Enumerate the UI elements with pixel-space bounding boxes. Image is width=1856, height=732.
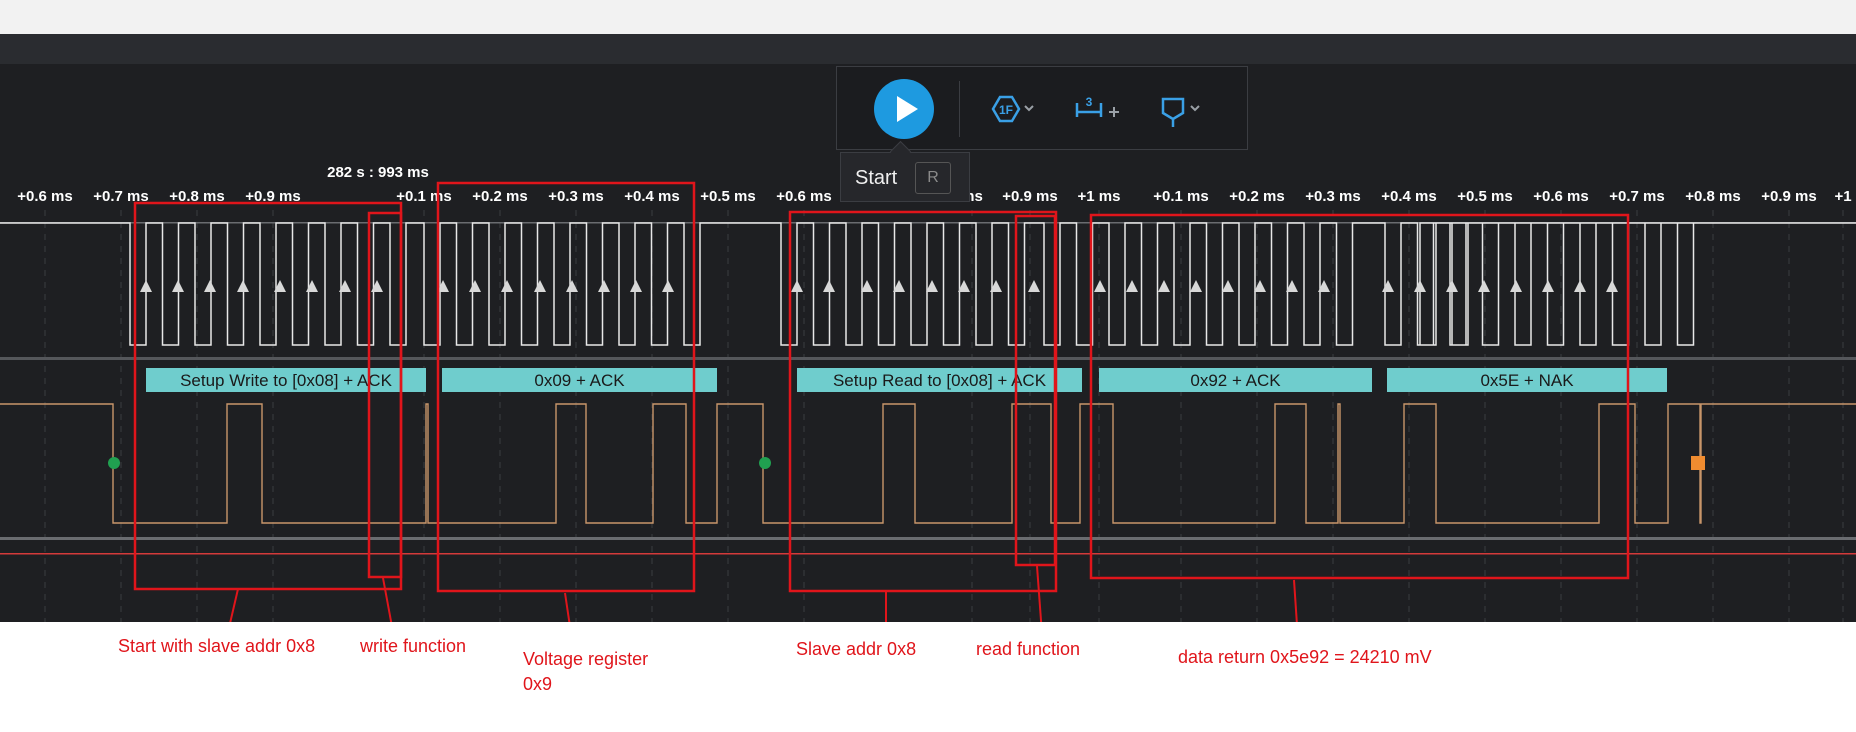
annotation-data-return: data return 0x5e92 = 24210 mV [1178,647,1432,667]
time-tick-label: +0.6 ms [17,188,72,205]
clock-edge-arrow [1414,280,1426,292]
play-icon [897,96,918,122]
window-title-bar [0,0,1856,34]
clock-edge-arrow [501,280,513,292]
data-waveform [0,403,1856,524]
annotation-leader-line [564,592,571,622]
start-marker [108,457,120,469]
clock-edge-arrow [1254,280,1266,292]
start-marker [759,457,771,469]
shortcut-key: R [915,162,951,194]
clock-edge-arrow [662,280,674,292]
time-tick-label: +0.4 ms [1381,188,1436,205]
annotation-slave-addr: Slave addr 0x8 [796,639,917,659]
time-tick-label: +0.9 ms [1761,188,1816,205]
time-tick-label: +0.5 ms [700,188,755,205]
stop-marker [1691,456,1705,470]
annotation-boxes [133,181,1630,622]
svg-text:3: 3 [1086,95,1093,109]
clock-edge-arrow [926,280,938,292]
channel-separator [0,537,1856,540]
clock-edge-arrow [469,280,481,292]
capture-toolbar: 1F 3 [836,66,1248,150]
annotation-start-slave: Start with slave addr 0x8 [118,636,316,656]
time-tick-label: +0.2 ms [472,188,527,205]
clock-edge-arrow [1382,280,1394,292]
marker-icon [1161,97,1200,127]
annotation-voltage-register-value: 0x9 [523,674,553,694]
decoded-frame-label: 0x92 + ACK [1190,371,1281,390]
measure-icon: 3 [1075,95,1119,117]
annotation-leader-line [1036,565,1043,622]
time-tick-label: +0.3 ms [1305,188,1360,205]
marker-button[interactable] [1159,89,1207,129]
annotation-leader-line [382,577,393,622]
annotation-leader-line [1293,579,1298,622]
app-toolbar-strip [0,34,1856,65]
clock-edge-arrow [1126,280,1138,292]
clock-edge-arrow [1190,280,1202,292]
clock-edge-arrow [1542,280,1554,292]
clock-edge-arrow [823,280,835,292]
time-tick-label: +0.5 ms [1457,188,1512,205]
time-tick-label: +0.2 ms [1229,188,1284,205]
time-tick-label: +0.7 ms [1609,188,1664,205]
trigger-icon: 1F [991,95,1034,123]
clock-edge-arrow [140,280,152,292]
clock-edge-arrow [1510,280,1522,292]
clock-edge-arrow [861,280,873,292]
time-tick-label: +0.6 ms [776,188,831,205]
time-tick-label: +0.8 ms [1685,188,1740,205]
clock-edge-arrow [172,280,184,292]
clock-edge-arrow [1158,280,1170,292]
clock-edge-arrow [237,280,249,292]
svg-text:1F: 1F [999,103,1013,117]
clock-edge-arrow [1478,280,1490,292]
annotation-read-function: read function [976,639,1081,659]
measure-button[interactable]: 3 [1073,89,1127,129]
clock-edge-arrow [534,280,546,292]
decoded-frame-label: 0x09 + ACK [534,371,625,390]
time-tick-label: +1 [1834,188,1851,205]
annotation-write-function: write function [360,636,467,656]
toolbar-divider [959,81,960,137]
clock-edge-arrow [630,280,642,292]
clock-edge-arrow [1446,280,1458,292]
cursor-line [0,553,1856,555]
timestamp-label: 282 s : 993 ms [327,164,429,181]
clock-edge-arrow [1222,280,1234,292]
annotation-leader-line [229,588,239,622]
clock-edge-arrow [1094,280,1106,292]
time-tick-label: +0.6 ms [1533,188,1588,205]
data-signal [0,403,1856,524]
clock-edge-arrow [1606,280,1618,292]
annotation-box [133,201,403,591]
time-tick-label: +1 ms [1078,188,1121,205]
time-tick-label: +0.3 ms [548,188,603,205]
clock-edge-arrow [598,280,610,292]
annotation-voltage-register: Voltage register [523,649,649,669]
decoded-frame-label: Setup Read to [0x08] + ACK [833,371,1047,390]
tooltip-label: Start [855,167,898,189]
decoded-frames: Setup Write to [0x08] + ACK 0x09 + ACK Set… [146,368,1667,392]
start-tooltip: Start R [840,140,970,202]
decoded-frame-label: Setup Write to [0x08] + ACK [180,371,392,390]
decoded-frame-label: 0x5E + NAK [1480,371,1574,390]
clock-edge-arrow [204,280,216,292]
channel-separator [0,357,1856,360]
clock-edge-arrow [791,280,803,292]
time-tick-label: +0.9 ms [1002,188,1057,205]
clock-edge-arrow [1574,280,1586,292]
time-tick-label: +0.1 ms [1153,188,1208,205]
trigger-button[interactable]: 1F [989,89,1041,129]
time-tick-label: +0.1 ms [396,188,451,205]
time-tick-label: +0.4 ms [624,188,679,205]
start-button[interactable] [874,79,934,139]
